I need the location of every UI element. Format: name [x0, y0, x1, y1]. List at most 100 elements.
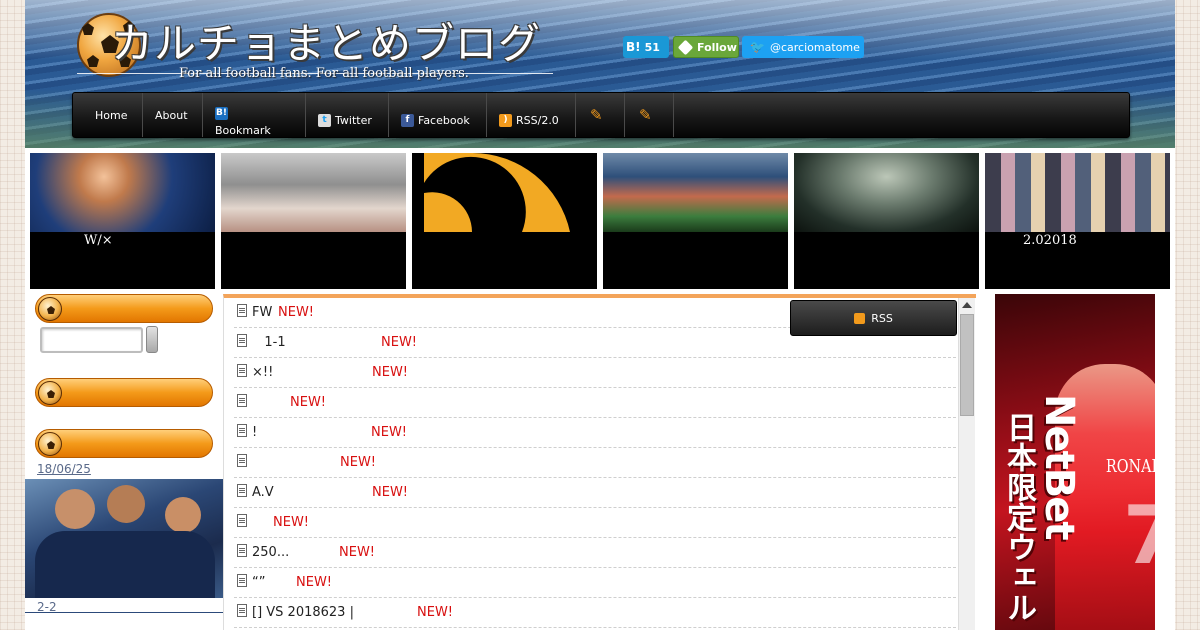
document-icon [237, 484, 247, 497]
new-badge: NEW! [340, 455, 377, 470]
sidebar-divider [25, 612, 224, 613]
new-badge: NEW! [273, 515, 310, 530]
article-title[interactable]: [] VS 2018623 | [252, 605, 354, 620]
document-icon [237, 544, 247, 557]
site-header: カルチョまとめブログ For all football fans. For al… [25, 0, 1175, 148]
featured-post-5[interactable] [794, 153, 979, 289]
nav-twitter-label: Twitter [335, 114, 372, 127]
list-item[interactable]: ×!! NEW! [234, 358, 956, 388]
main-nav: Home About B! Bookmark t Twitter f Faceb… [72, 92, 1130, 138]
article-title[interactable]: A.V [252, 485, 274, 500]
list-item[interactable]: NEW! [234, 508, 956, 538]
hatena-bookmark-count-button[interactable]: B! 51 [623, 36, 669, 58]
article-title[interactable]: ! [252, 425, 257, 440]
list-item[interactable]: A.V NEW! [234, 478, 956, 508]
document-icon [237, 574, 247, 587]
rss-feed-logo-image [412, 153, 597, 232]
nav-pencil-2[interactable]: ✎ [625, 93, 674, 137]
document-icon [237, 454, 247, 467]
follow-label: Follow [697, 40, 737, 54]
soccer-ball-icon [38, 297, 62, 321]
nav-pencil-1[interactable]: ✎ [576, 93, 625, 137]
document-icon [237, 424, 247, 437]
new-badge: NEW! [296, 575, 333, 590]
nav-rss[interactable]: ) RSS/2.0 [487, 93, 576, 137]
article-title[interactable]: 1-1 [252, 335, 285, 350]
nav-home[interactable]: Home [81, 93, 143, 137]
article-list: FW NEW! 1-1 NEW! ×!! NEW! NEW! ! NEW! NE… [223, 294, 976, 630]
article-list-scrollbar[interactable] [958, 298, 975, 630]
rss-subscribe-button[interactable]: RSS [790, 300, 957, 336]
featured-post-1[interactable]: W/× [30, 153, 215, 289]
featured-caption-1: W/× [84, 233, 113, 248]
nav-facebook[interactable]: f Facebook [389, 93, 487, 137]
document-icon [237, 304, 247, 317]
nav-home-label: Home [95, 108, 128, 122]
document-icon [237, 394, 247, 407]
ad-shirt-name: RONAL [1105, 456, 1155, 477]
twitter-icon: t [318, 114, 331, 127]
pencil-icon: ✎ [590, 106, 603, 124]
list-item[interactable]: [] VS 2018623 | NEW! [234, 598, 956, 628]
sidebar-post-thumbnail[interactable] [25, 479, 224, 598]
rss-icon: ) [499, 114, 512, 127]
scrollbar-thumb[interactable] [960, 314, 974, 416]
featured-image-1 [30, 153, 215, 232]
widget-header-search [35, 294, 213, 323]
twitter-bird-icon: 🐦 [750, 40, 765, 54]
page: カルチョまとめブログ For all football fans. For al… [25, 0, 1175, 630]
nav-about-label: About [155, 108, 188, 122]
featured-image-6 [985, 153, 1170, 232]
new-badge: NEW! [339, 545, 376, 560]
list-item[interactable]: NEW! [234, 448, 956, 478]
search-button[interactable] [146, 326, 158, 353]
featured-post-4[interactable] [603, 153, 788, 289]
new-badge: NEW! [371, 425, 408, 440]
nav-twitter[interactable]: t Twitter [306, 93, 389, 137]
ad-promo-text: 日本限定ウェル [1001, 412, 1036, 622]
feedly-follow-button[interactable]: Follow [673, 36, 739, 58]
netbet-ad-banner[interactable]: RONAL 7 NetBet 日本限定ウェル [995, 294, 1155, 630]
hatena-bookmark-icon: B! [215, 107, 228, 120]
nav-rss-label: RSS/2.0 [516, 114, 559, 127]
site-title[interactable]: カルチョまとめブログ [111, 10, 541, 71]
document-icon [237, 604, 247, 617]
list-item[interactable]: “” NEW! [234, 568, 956, 598]
featured-image-2 [221, 153, 406, 232]
list-item[interactable]: NEW! [234, 388, 956, 418]
new-badge: NEW! [381, 335, 418, 350]
scroll-up-arrow-icon[interactable] [962, 302, 972, 308]
nav-bookmark[interactable]: B! Bookmark [203, 93, 306, 137]
featured-post-2[interactable] [221, 153, 406, 289]
hatena-count: 51 [644, 40, 660, 54]
new-badge: NEW! [372, 365, 409, 380]
widget-header-3 [35, 429, 213, 458]
list-item[interactable]: 250... NEW! [234, 538, 956, 568]
sidebar-post-date-link[interactable]: 18/06/25 [37, 462, 91, 476]
new-badge: NEW! [278, 305, 315, 320]
ad-shirt-number: 7 [1123, 489, 1155, 582]
featured-image-5 [794, 153, 979, 232]
featured-image-4 [603, 153, 788, 232]
pencil-icon: ✎ [639, 106, 652, 124]
featured-post-6[interactable]: 2.02018 [985, 153, 1170, 289]
rss-label: RSS [871, 311, 893, 325]
twitter-follow-button[interactable]: 🐦 @carciomatome [742, 36, 864, 58]
article-title[interactable]: ×!! [252, 365, 273, 380]
nav-about[interactable]: About [143, 93, 203, 137]
article-title[interactable]: 250... [252, 545, 289, 560]
soccer-ball-icon [38, 432, 62, 456]
search-input[interactable] [40, 327, 143, 353]
nav-bookmark-label: Bookmark [215, 124, 271, 137]
article-title[interactable]: FW [252, 305, 272, 320]
hatena-bookmark-icon: B! [626, 40, 641, 54]
article-title[interactable]: “” [252, 575, 265, 590]
rss-feed-icon [424, 153, 570, 232]
twitter-handle: @carciomatome [769, 40, 860, 54]
document-icon [237, 334, 247, 347]
featured-post-3[interactable] [412, 153, 597, 289]
facebook-icon: f [401, 114, 414, 127]
rss-icon [854, 312, 866, 324]
new-badge: NEW! [372, 485, 409, 500]
list-item[interactable]: ! NEW! [234, 418, 956, 448]
